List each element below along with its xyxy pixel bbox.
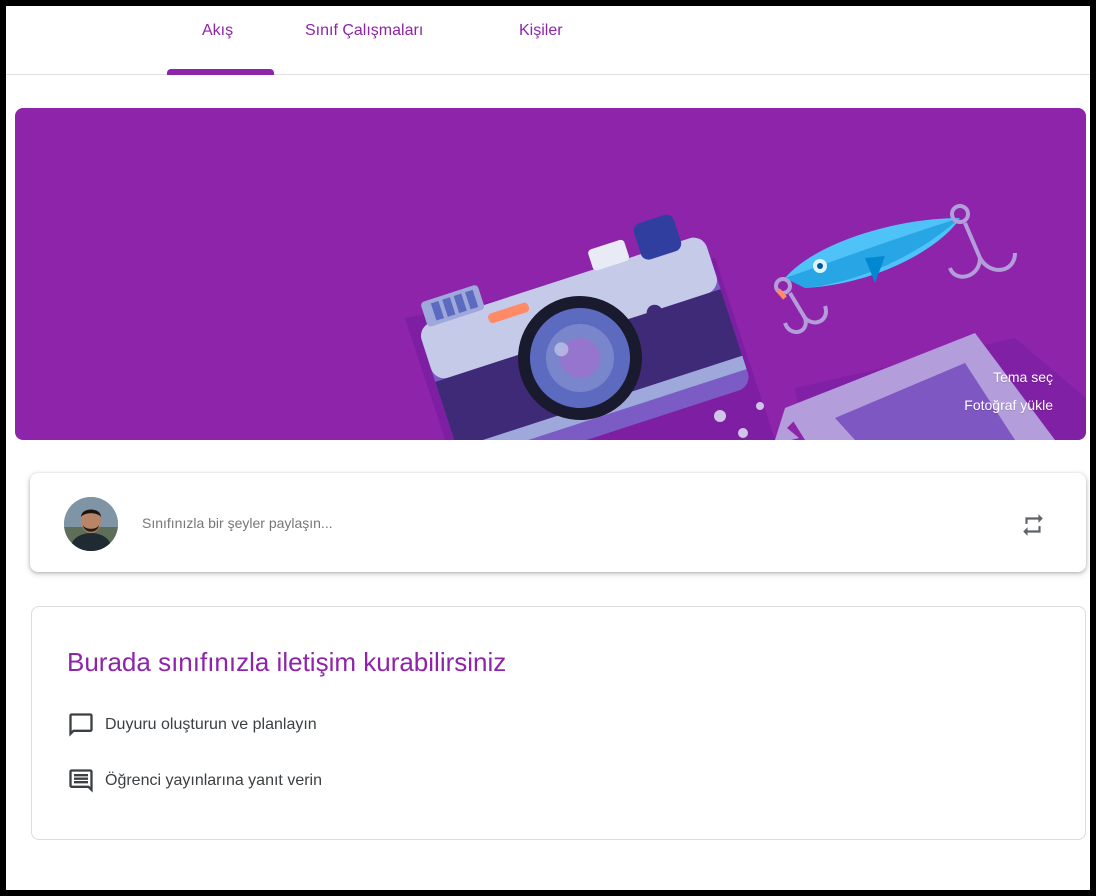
stream-info-card: Burada sınıfınızla iletişim kurabilirsin…	[31, 606, 1086, 840]
classroom-stream-page: Akış Sınıf Çalışmaları Kişiler Tema seç …	[6, 6, 1090, 890]
repost-button[interactable]	[1013, 505, 1053, 545]
banner-illustration	[405, 204, 1086, 440]
info-item-label: Duyuru oluşturun ve planlayın	[105, 716, 317, 733]
active-tab-indicator	[167, 69, 274, 75]
class-banner: Tema seç Fotoğraf yükle	[15, 108, 1086, 440]
announcement-icon	[67, 711, 95, 739]
upload-photo-link[interactable]: Fotoğraf yükle	[964, 397, 1053, 413]
info-item-reply: Öğrenci yayınlarına yanıt verin	[67, 767, 322, 795]
info-card-title: Burada sınıfınızla iletişim kurabilirsin…	[67, 647, 507, 677]
tab-classwork[interactable]: Sınıf Çalışmaları	[305, 22, 423, 40]
comment-list-icon	[67, 767, 95, 795]
info-item-label: Öğrenci yayınlarına yanıt verin	[105, 772, 322, 789]
select-theme-link[interactable]: Tema seç	[993, 369, 1053, 385]
tab-people[interactable]: Kişiler	[519, 22, 563, 40]
tab-stream[interactable]: Akış	[202, 22, 233, 40]
share-box[interactable]: Sınıfınızla bir şeyler paylaşın...	[30, 473, 1086, 572]
info-item-announcement: Duyuru oluşturun ve planlayın	[67, 711, 317, 739]
avatar	[64, 497, 118, 551]
repost-icon	[1023, 514, 1043, 536]
tab-bar: Akış Sınıf Çalışmaları Kişiler	[6, 6, 1090, 75]
share-input-placeholder[interactable]: Sınıfınızla bir şeyler paylaşın...	[142, 515, 333, 531]
fishing-lure-icon	[774, 204, 1017, 334]
